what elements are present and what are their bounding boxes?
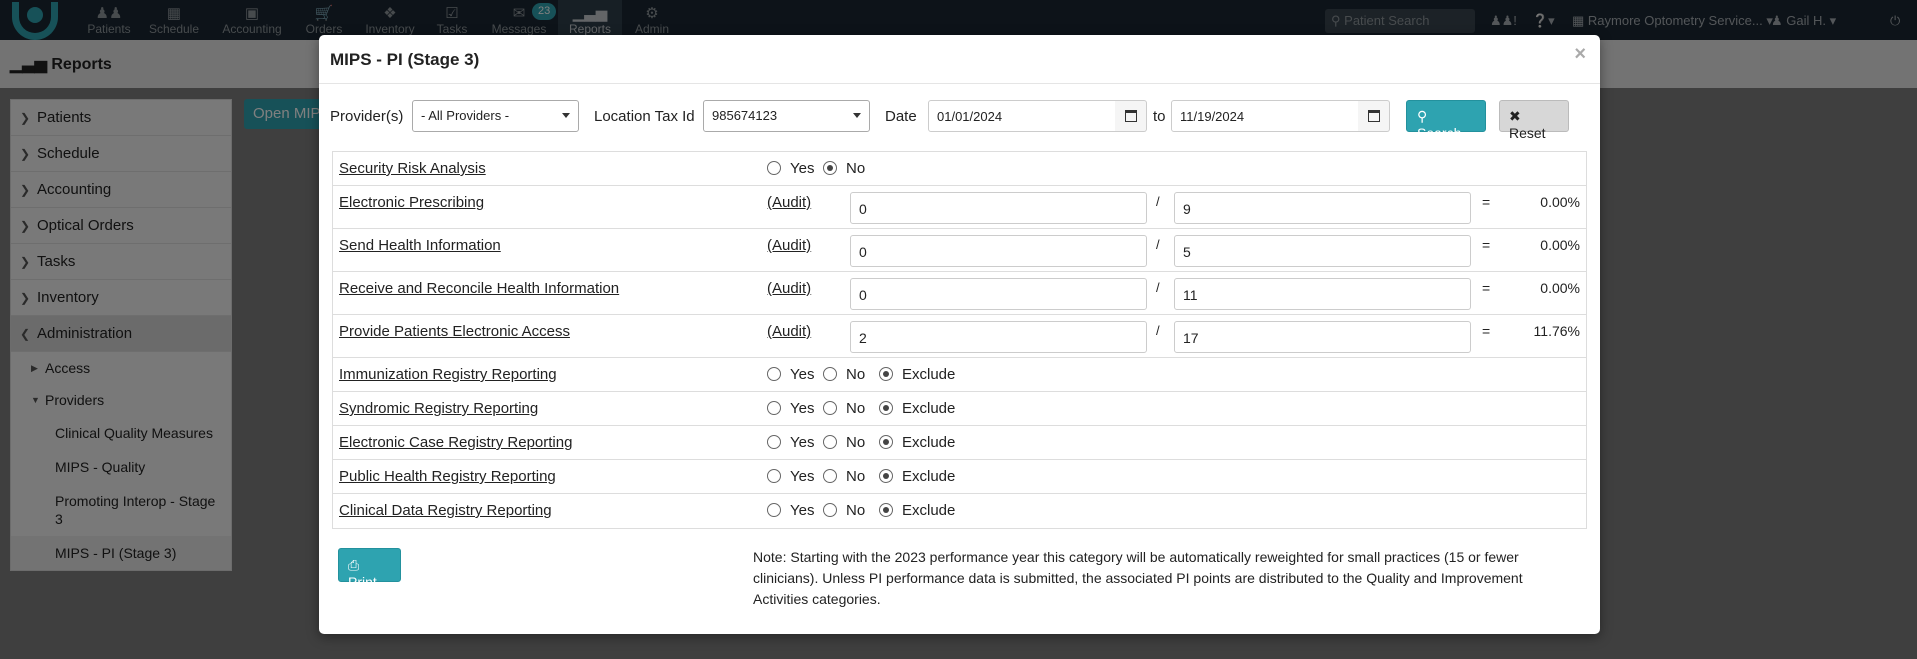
registry-link[interactable]: Electronic Case Registry Reporting	[339, 434, 572, 451]
numerator-input[interactable]: 0	[850, 192, 1147, 224]
numerator-input[interactable]: 2	[850, 321, 1147, 353]
measure-link[interactable]: Electronic Prescribing	[339, 194, 484, 211]
audit-link[interactable]: (Audit)	[767, 280, 811, 297]
yes-radio[interactable]	[767, 435, 781, 449]
measure-link[interactable]: Receive and Reconcile Health Information	[339, 280, 619, 297]
calendar-icon	[1368, 110, 1380, 122]
exclude-radio[interactable]	[879, 401, 893, 415]
numerator-input[interactable]: 0	[850, 235, 1147, 267]
yes-radio[interactable]	[767, 469, 781, 483]
divide-symbol: /	[1156, 194, 1160, 209]
no-radio[interactable]	[823, 367, 837, 381]
no-radio[interactable]	[823, 401, 837, 415]
close-icon: ✖	[1509, 108, 1521, 124]
audit-link[interactable]: (Audit)	[767, 323, 811, 340]
equals-symbol: =	[1482, 280, 1491, 296]
audit-link[interactable]: (Audit)	[767, 194, 811, 211]
measure-link[interactable]: Send Health Information	[339, 237, 501, 254]
date-from-input[interactable]: 01/01/2024	[928, 100, 1116, 132]
reset-button[interactable]: ✖ Reset	[1499, 100, 1569, 141]
divide-symbol: /	[1156, 237, 1160, 252]
exclude-radio[interactable]	[879, 469, 893, 483]
percent-value: 11.76%	[1533, 323, 1580, 339]
equals-symbol: =	[1482, 194, 1491, 210]
provider-label: Provider(s)	[330, 108, 404, 125]
measure-link[interactable]: Provide Patients Electronic Access	[339, 323, 570, 340]
denominator-input[interactable]: 9	[1174, 192, 1471, 224]
numerator-input[interactable]: 0	[850, 278, 1147, 310]
percent-value: 0.00%	[1540, 194, 1580, 210]
registry-link[interactable]: Syndromic Registry Reporting	[339, 400, 538, 417]
table-row: Immunization Registry Reporting Yes No E…	[333, 358, 1586, 392]
table-row: Receive and Reconcile Health Information…	[333, 272, 1586, 315]
table-row: Electronic Case Registry Reporting Yes N…	[333, 426, 1586, 460]
location-tax-select[interactable]: 985674123	[703, 100, 870, 132]
table-row: Clinical Data Registry Reporting Yes No …	[339, 502, 956, 519]
percent-value: 0.00%	[1540, 237, 1580, 253]
no-radio[interactable]	[823, 503, 837, 517]
search-icon: ⚲	[1417, 108, 1428, 124]
divide-symbol: /	[1156, 323, 1160, 338]
print-icon: ⎙	[348, 557, 360, 573]
table-row: Security Risk Analysis Yes No	[333, 152, 1586, 186]
yes-radio[interactable]	[767, 503, 781, 517]
table-row: Public Health Registry Reporting Yes No …	[333, 460, 1586, 494]
denominator-input[interactable]: 17	[1174, 321, 1471, 353]
audit-link[interactable]: (Audit)	[767, 237, 811, 254]
table-row: Provide Patients Electronic Access (Audi…	[333, 315, 1586, 358]
caret-down-icon	[853, 113, 861, 118]
exclude-radio[interactable]	[879, 367, 893, 381]
date-to-calendar-button[interactable]	[1358, 100, 1390, 132]
exclude-radio[interactable]	[879, 435, 893, 449]
no-radio[interactable]	[823, 435, 837, 449]
date-from-calendar-button[interactable]	[1115, 100, 1147, 132]
close-icon[interactable]: ×	[1574, 43, 1586, 66]
security-yes-radio[interactable]	[767, 161, 781, 175]
yes-radio[interactable]	[767, 401, 781, 415]
table-row: Electronic Prescribing (Audit) 0 / 9 = 0…	[333, 186, 1586, 229]
modal-header: MIPS - PI (Stage 3) ×	[319, 35, 1600, 84]
denominator-input[interactable]: 5	[1174, 235, 1471, 267]
calendar-icon	[1125, 110, 1137, 122]
provider-select[interactable]: - All Providers -	[412, 100, 579, 132]
date-to-input[interactable]: 11/19/2024	[1171, 100, 1359, 132]
equals-symbol: =	[1482, 237, 1491, 253]
denominator-input[interactable]: 11	[1174, 278, 1471, 310]
security-risk-link[interactable]: Security Risk Analysis	[339, 160, 486, 177]
security-no-radio[interactable]	[823, 161, 837, 175]
mips-pi-table: Security Risk Analysis Yes No Electronic…	[332, 151, 1587, 529]
mips-pi-modal: MIPS - PI (Stage 3) × Provider(s) - All …	[319, 35, 1600, 634]
date-to-label: to	[1153, 108, 1166, 125]
search-button[interactable]: ⚲ Search	[1406, 100, 1486, 141]
date-label: Date	[885, 108, 917, 125]
print-button[interactable]: ⎙ Print	[338, 548, 401, 590]
location-tax-label: Location Tax Id	[594, 108, 695, 125]
percent-value: 0.00%	[1540, 280, 1580, 296]
caret-down-icon	[562, 113, 570, 118]
registry-link[interactable]: Immunization Registry Reporting	[339, 366, 557, 383]
equals-symbol: =	[1482, 323, 1491, 339]
divide-symbol: /	[1156, 280, 1160, 295]
exclude-radio[interactable]	[879, 503, 893, 517]
table-row: Syndromic Registry Reporting Yes No Excl…	[333, 392, 1586, 426]
table-row: Send Health Information (Audit) 0 / 5 = …	[333, 229, 1586, 272]
registry-link[interactable]: Clinical Data Registry Reporting	[339, 502, 552, 519]
reweight-note: Note: Starting with the 2023 performance…	[753, 549, 1523, 607]
no-radio[interactable]	[823, 469, 837, 483]
modal-title: MIPS - PI (Stage 3)	[330, 50, 480, 69]
yes-radio[interactable]	[767, 367, 781, 381]
registry-link[interactable]: Public Health Registry Reporting	[339, 468, 556, 485]
